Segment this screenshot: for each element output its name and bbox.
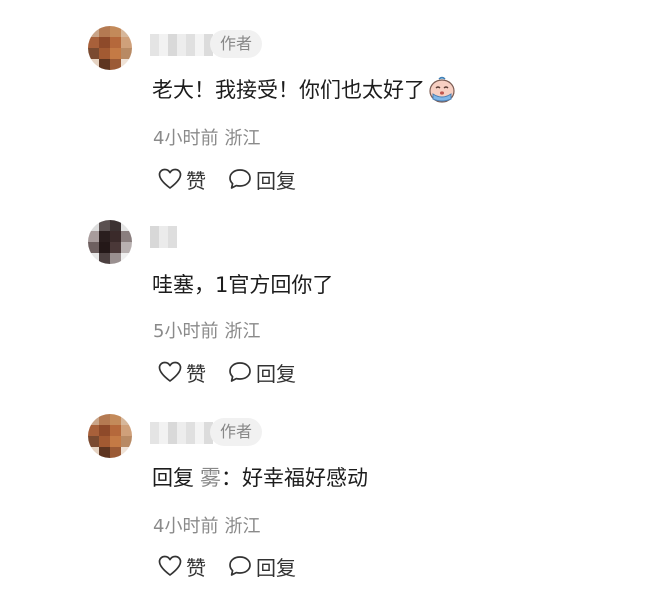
author-badge: 作者 [210,418,263,446]
comment-actions: 赞 回复 [158,358,296,386]
reply-button[interactable]: 回复 [228,552,296,581]
comment-text: 哇塞，1官方回你了 [152,268,333,300]
comment-actions: 赞 回复 [158,165,296,193]
username-blurred[interactable] [150,34,213,56]
speech-bubble-icon [229,169,251,189]
comment-meta: 4小时前 浙江 [153,124,260,150]
comment-text-content: 哇塞，1官方回你了 [152,273,334,297]
comment-actions: 赞 回复 [158,552,296,580]
comment-text-content: 老大！我接受！你们也太好了 [152,78,425,102]
comment-text-content: ：好幸福好感动 [221,466,368,490]
reply-button[interactable]: 回复 [228,165,296,194]
like-label: 赞 [186,168,206,193]
like-button[interactable]: 赞 [158,165,206,194]
comment-meta: 4小时前 浙江 [153,512,260,538]
like-button[interactable]: 赞 [158,552,206,581]
comment-time: 5小时前 [153,321,219,342]
comment-location: 浙江 [224,321,261,342]
author-badge: 作者 [210,30,263,58]
comment-meta: 5小时前 浙江 [153,317,260,343]
comment-location: 浙江 [224,128,261,149]
heart-icon [158,555,182,576]
crying-face-emoji-icon [429,76,455,103]
comment-text: 老大！我接受！你们也太好了 [152,73,457,105]
heart-icon [158,361,182,382]
comment-time: 4小时前 [153,516,219,537]
reply-prefix: 回复 [152,466,194,490]
comment-time: 4小时前 [153,128,219,149]
avatar[interactable] [88,26,132,70]
like-label: 赞 [186,361,206,386]
reply-label: 回复 [256,555,296,580]
speech-bubble-icon [229,362,251,382]
reply-button[interactable]: 回复 [228,358,296,387]
reply-label: 回复 [256,361,296,386]
reply-mention[interactable]: 雾 [200,462,221,492]
username-blurred[interactable] [150,226,177,248]
comment-text: 回复 雾 ：好幸福好感动 [152,461,368,493]
avatar[interactable] [88,220,132,264]
comment-location: 浙江 [224,516,261,537]
speech-bubble-icon [229,556,251,576]
avatar[interactable] [88,414,132,458]
like-button[interactable]: 赞 [158,358,206,387]
reply-label: 回复 [256,168,296,193]
username-blurred[interactable] [150,422,213,444]
heart-icon [158,168,182,189]
like-label: 赞 [186,555,206,580]
